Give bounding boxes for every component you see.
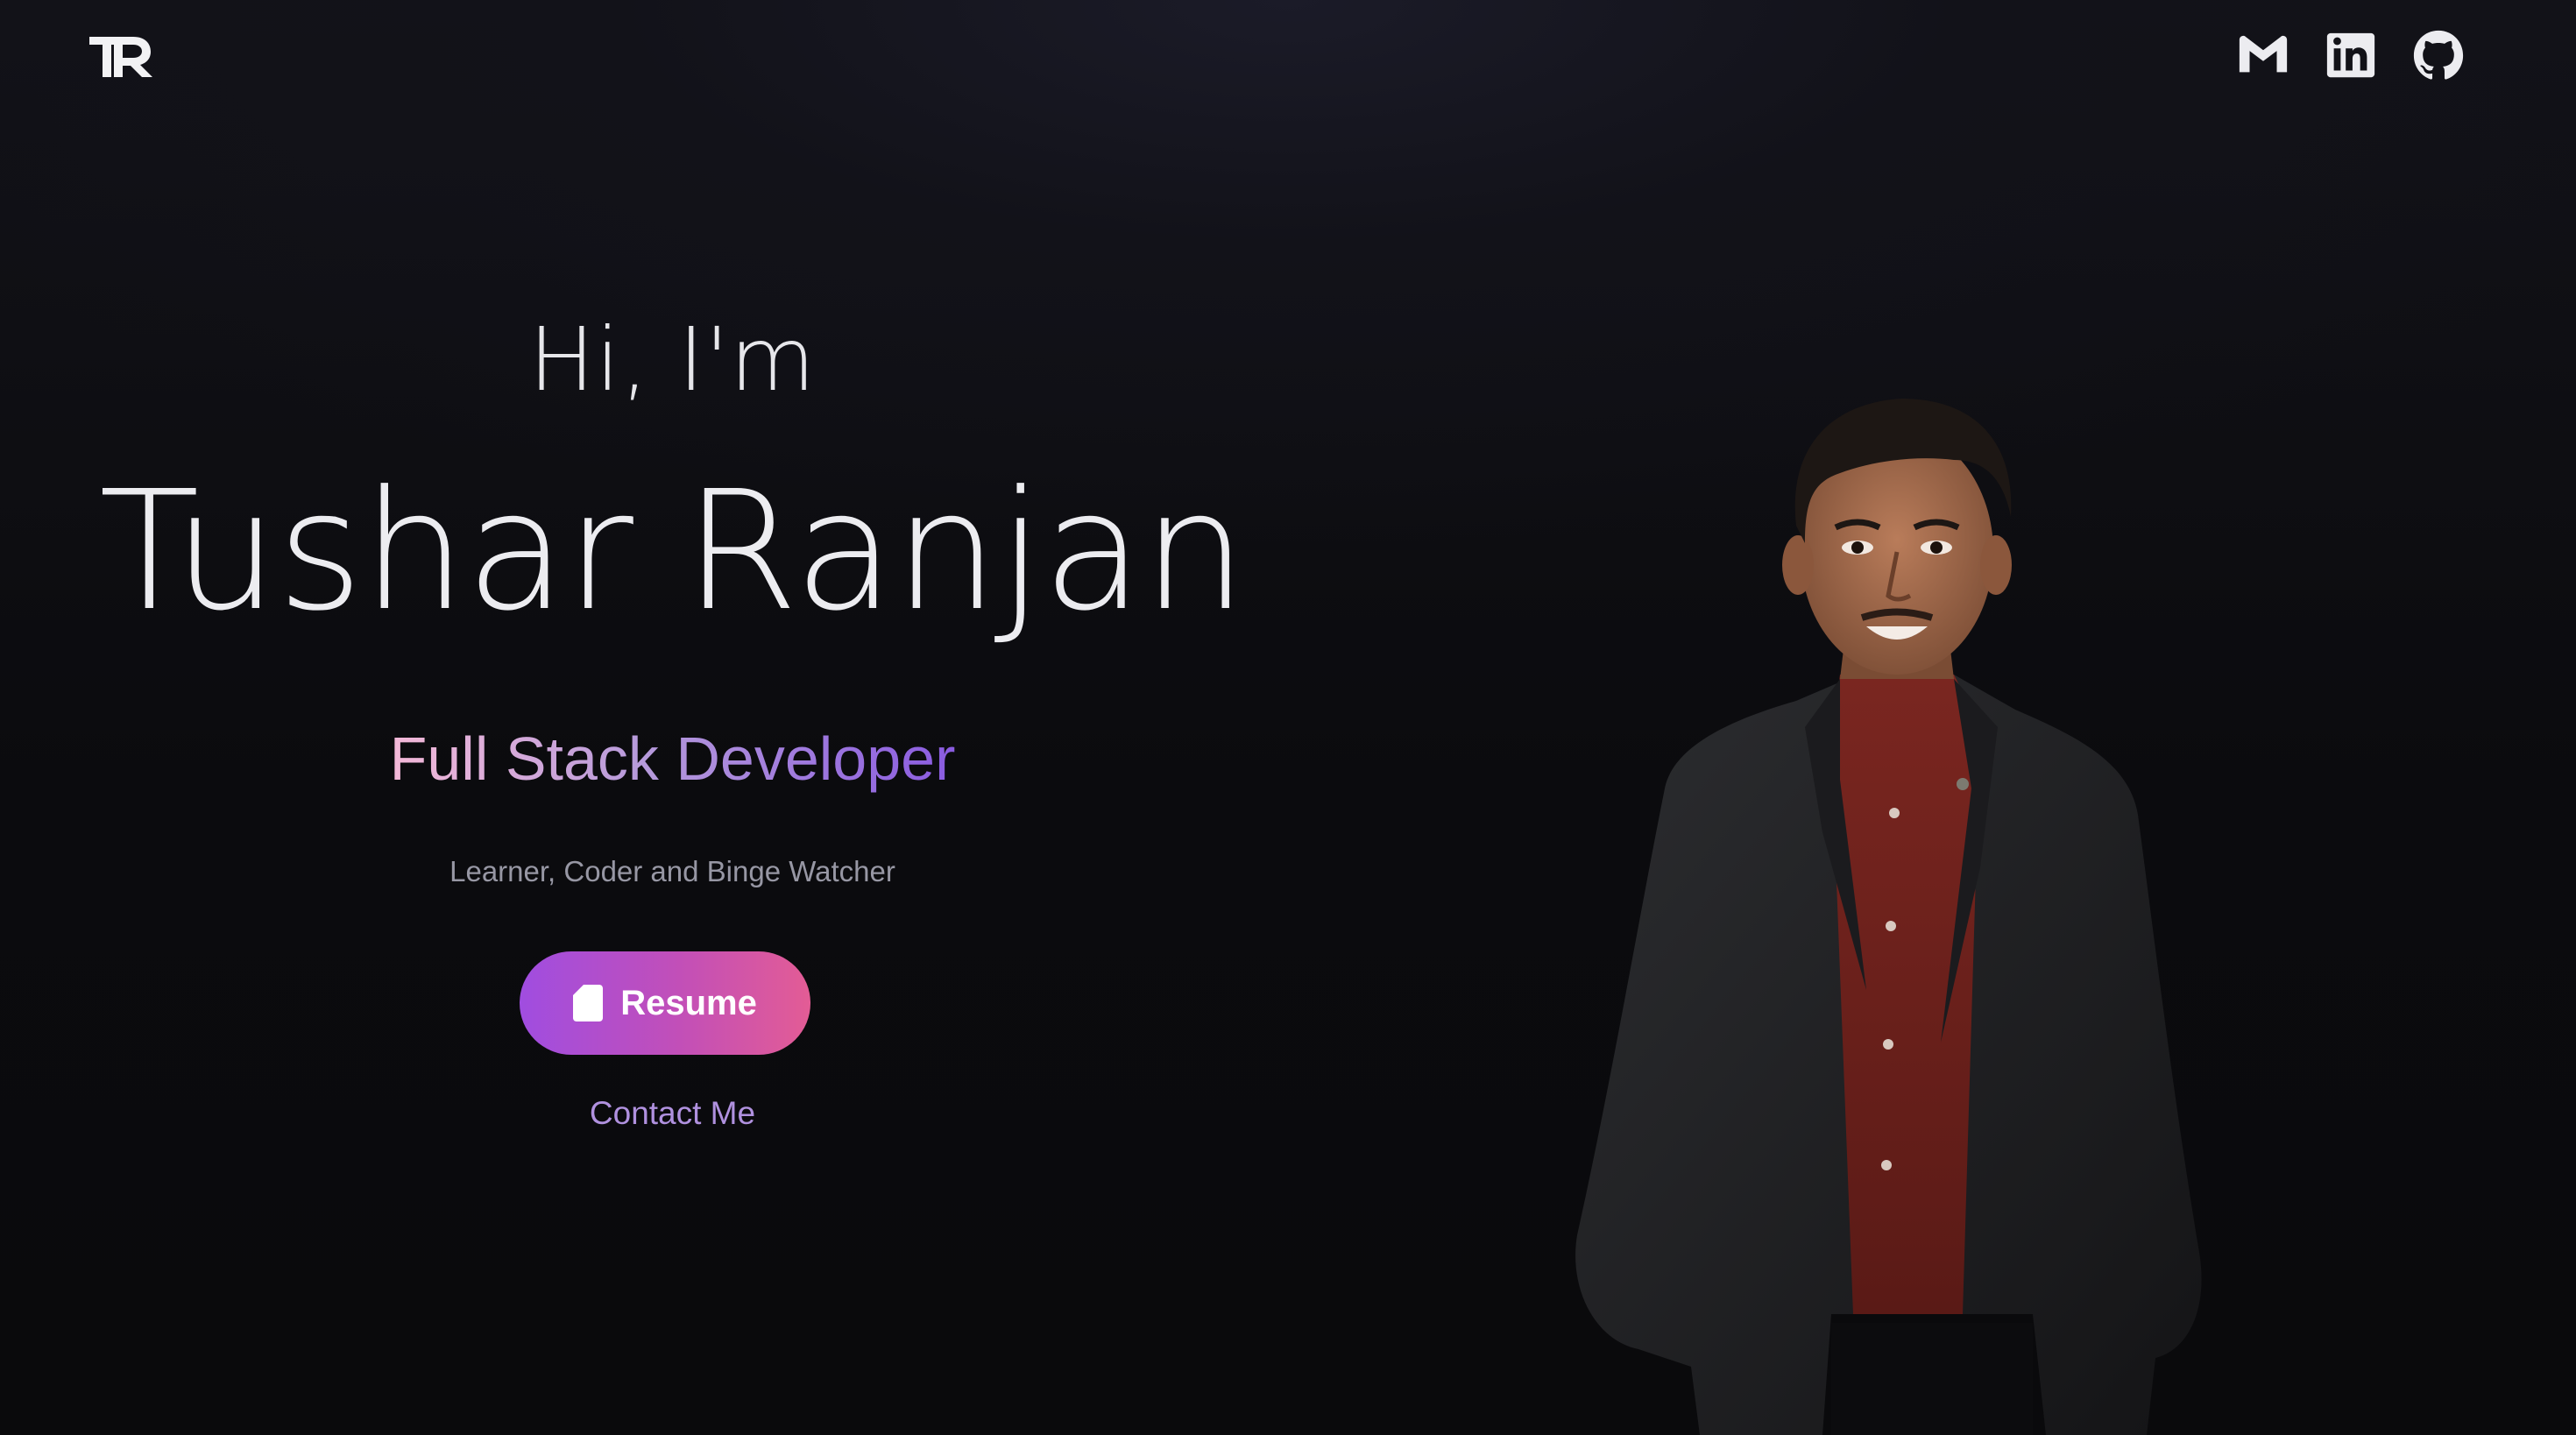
document-icon [573, 985, 604, 1021]
tagline: Learner, Coder and Binge Watcher [449, 855, 895, 887]
page: Hi, I'm Tushar Ranjan Full Stack Develop… [0, 0, 2576, 1435]
hero-section: Hi, I'm Tushar Ranjan Full Stack Develop… [0, 0, 1345, 1435]
social-links [2236, 28, 2466, 82]
hero-name: Tushar Ranjan [98, 456, 1247, 647]
github-icon [2413, 30, 2464, 80]
resume-label: Resume [620, 983, 757, 1022]
resume-button[interactable]: Resume [520, 951, 810, 1055]
role-text: Full Stack Developer [389, 725, 956, 793]
profile-photo [1542, 377, 2243, 1435]
contact-me-link[interactable]: Contact Me [0, 1095, 1345, 1132]
linkedin-icon [2326, 32, 2375, 78]
linkedin-link[interactable] [2324, 28, 2378, 82]
gmail-icon [2239, 35, 2288, 73]
github-link[interactable] [2411, 28, 2466, 82]
person-illustration [1575, 399, 2202, 1435]
gmail-link[interactable] [2236, 28, 2290, 82]
role-title: Full Stack Developer [0, 724, 1345, 794]
greeting-text: Hi, I'm [528, 308, 817, 411]
